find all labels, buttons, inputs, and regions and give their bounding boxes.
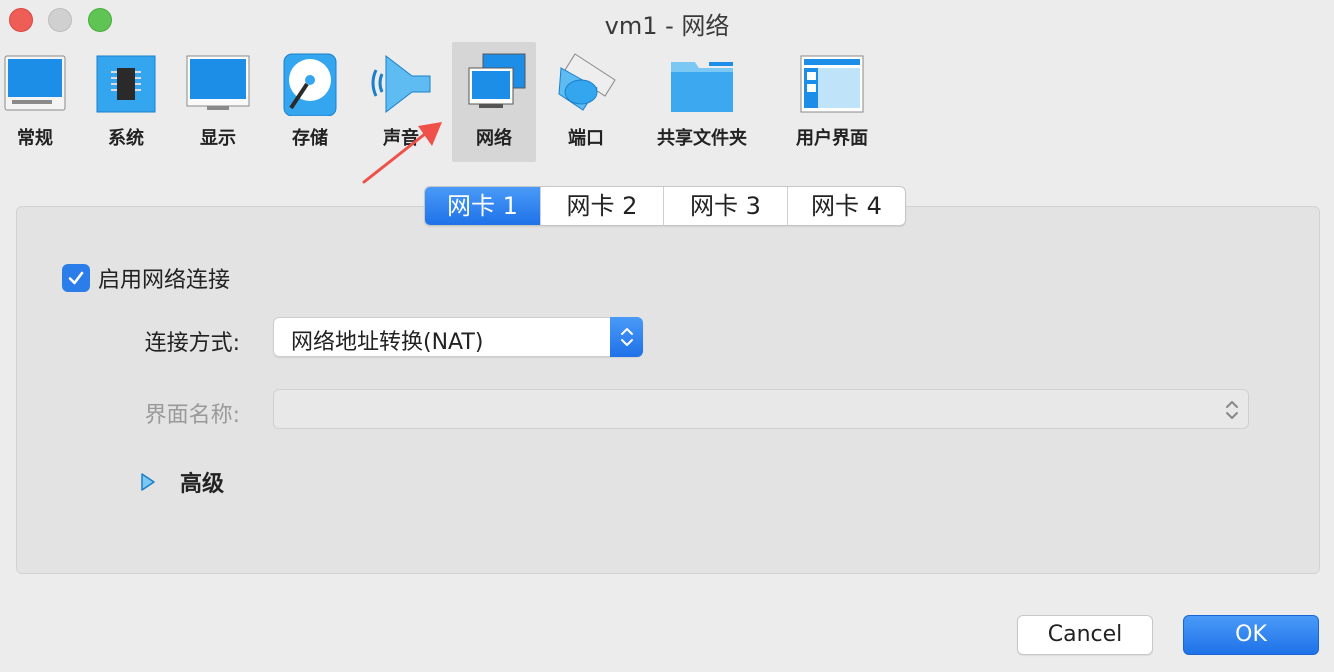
- serial-port-icon: [552, 50, 620, 116]
- settings-toolbar: 常规 系统 显示 存储 声音 网络 端口 共享文件夹 用户界面: [0, 40, 1334, 165]
- chevron-up-down-icon: [620, 328, 633, 346]
- toolbar-item-ports[interactable]: 端口: [552, 42, 620, 162]
- disclosure-triangle-icon[interactable]: [138, 471, 158, 493]
- enable-network-row: 启用网络连接: [62, 262, 230, 294]
- interface-name-select[interactable]: [273, 389, 1249, 429]
- advanced-label: 高级: [180, 472, 225, 497]
- monitor-general-icon: [0, 50, 70, 116]
- annotation-arrow-icon: [362, 122, 442, 184]
- tab-adapter-4[interactable]: 网卡 4: [788, 187, 905, 225]
- toolbar-item-system[interactable]: 系统: [92, 42, 160, 162]
- enable-network-label: 启用网络连接: [98, 268, 231, 293]
- window-title: vm1 - 网络: [604, 12, 730, 40]
- tab-adapter-1[interactable]: 网卡 1: [425, 187, 541, 225]
- chip-icon: [92, 50, 160, 116]
- settings-window: vm1 - 网络 常规 系统 显示 存储 声音 网络 端口 共享文件夹 用户界面…: [0, 0, 1334, 672]
- interface-name-stepper: [1220, 393, 1244, 427]
- chevron-up-down-icon: [1226, 401, 1238, 419]
- toolbar-item-network[interactable]: 网络: [452, 42, 536, 162]
- ok-button[interactable]: OK: [1183, 615, 1319, 655]
- checkmark-icon: [68, 271, 84, 285]
- attach-mode-value: 网络地址转换(NAT): [291, 330, 484, 355]
- user-interface-icon: [790, 50, 874, 116]
- toolbar-item-display[interactable]: 显示: [184, 42, 252, 162]
- attach-mode-stepper[interactable]: [610, 317, 643, 357]
- adapter-tabs: 网卡 1 网卡 2 网卡 3 网卡 4: [424, 186, 906, 226]
- display-icon: [184, 50, 252, 116]
- toolbar-item-general[interactable]: 常规: [0, 42, 70, 162]
- attach-mode-label: 连接方式:: [144, 331, 240, 356]
- folder-icon: [650, 50, 754, 116]
- attach-mode-select[interactable]: 网络地址转换(NAT): [273, 317, 643, 357]
- toolbar-item-user-interface[interactable]: 用户界面: [790, 42, 874, 162]
- enable-network-checkbox[interactable]: [62, 264, 90, 292]
- network-icon: [452, 50, 536, 116]
- tab-adapter-2[interactable]: 网卡 2: [541, 187, 664, 225]
- storage-disk-icon: [277, 50, 343, 116]
- cancel-button[interactable]: Cancel: [1017, 615, 1153, 655]
- tab-adapter-3[interactable]: 网卡 3: [664, 187, 788, 225]
- interface-name-label: 界面名称:: [144, 403, 240, 428]
- toolbar-item-storage[interactable]: 存储: [277, 42, 343, 162]
- toolbar-item-shared-folders[interactable]: 共享文件夹: [650, 42, 754, 162]
- title-bar: vm1 - 网络: [0, 0, 1334, 40]
- speaker-icon: [367, 50, 435, 116]
- advanced-disclosure[interactable]: 高级: [138, 466, 224, 498]
